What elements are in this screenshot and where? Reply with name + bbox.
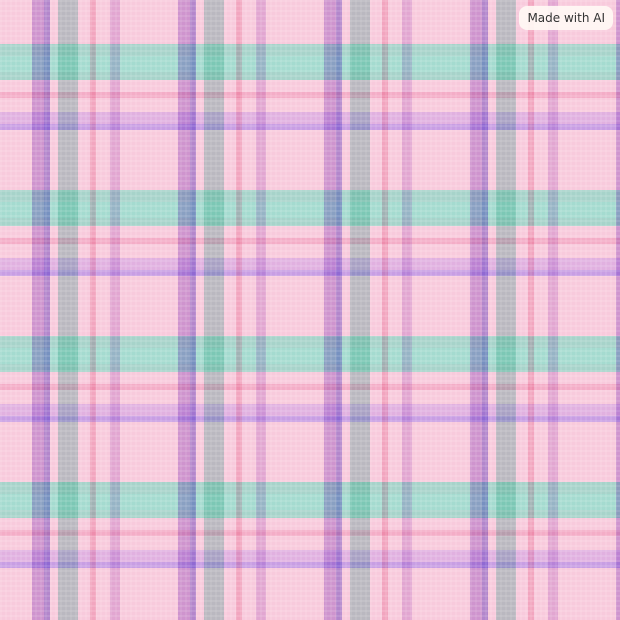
fine-weave-texture — [0, 0, 620, 620]
plaid-pattern-image: Made with AI — [0, 0, 620, 620]
made-with-ai-badge: Made with AI — [519, 6, 613, 30]
